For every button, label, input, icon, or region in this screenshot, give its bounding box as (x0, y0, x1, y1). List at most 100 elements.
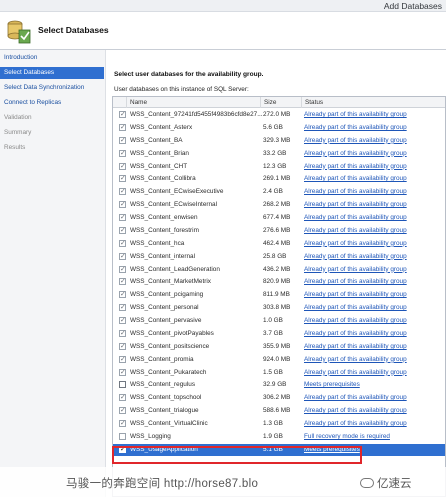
database-size: 462.4 MB (263, 239, 291, 247)
database-size: 588.6 MB (263, 407, 291, 415)
database-name: WSS_Content_Asterx (130, 123, 193, 131)
database-status-link[interactable]: Already part of this availability group (304, 315, 407, 327)
database-status-link[interactable]: Already part of this availability group (304, 135, 407, 147)
table-row[interactable]: WSS_Content_Asterx 5.6 GB Already part of … (113, 122, 445, 134)
database-name: WSS_Content_Brian (130, 149, 189, 157)
database-status-link[interactable]: Already part of this availability group (304, 186, 407, 198)
nav-item-results: Results (4, 144, 26, 151)
table-row[interactable]: WSS_Content_BA 329.3 MB Already part of th… (113, 135, 445, 147)
table-row[interactable]: WSS_Content_internal 25.8 GB Already part … (113, 251, 445, 263)
database-status-link[interactable]: Meets prerequisites (304, 444, 360, 456)
database-name: WSS_Content_promia (130, 355, 194, 363)
database-size: 32.9 GB (263, 381, 287, 389)
page-title: Select Databases (38, 25, 109, 35)
column-header-size[interactable]: Size (261, 97, 302, 108)
database-size: 924.0 MB (263, 355, 291, 363)
database-status-link[interactable]: Already part of this availability group (304, 354, 407, 366)
table-row[interactable]: WSS_Content_positscience 355.9 MB Already … (113, 341, 445, 353)
table-row[interactable]: WSS_Content_regulus 32.9 GB Meets prerequi… (113, 379, 445, 391)
table-row[interactable]: WSS_Content_enwisen 677.4 MB Already part … (113, 212, 445, 224)
database-size: 329.3 MB (263, 136, 291, 144)
database-size: 33.2 GB (263, 149, 287, 157)
nav-item-introduction[interactable]: Introduction (0, 52, 104, 64)
watermark-logo: 亿速云 (360, 475, 412, 491)
header-check-column (113, 97, 127, 108)
nav-item-connect-to-replicas[interactable]: Connect to Replicas (0, 97, 104, 109)
database-size: 1.0 GB (263, 317, 283, 325)
table-row[interactable]: WSS_Content_VirtualClinic 1.3 GB Already p… (113, 418, 445, 430)
database-name: WSS_Content_personal (130, 304, 199, 312)
cloud-icon (360, 478, 374, 488)
table-row[interactable]: WSS_Content_promia 924.0 MB Already part o… (113, 354, 445, 366)
database-status-link[interactable]: Already part of this availability group (304, 264, 407, 276)
database-status-link[interactable]: Already part of this availability group (304, 302, 407, 314)
table-row[interactable]: WSS_Content_LeadGeneration 436.2 MB Alread… (113, 264, 445, 276)
database-status-link[interactable]: Meets prerequisites (304, 379, 360, 391)
database-size: 677.4 MB (263, 214, 291, 222)
database-status-link[interactable]: Full recovery mode is required (304, 431, 390, 443)
database-name: WSS_Content_BA (130, 136, 183, 144)
database-name: WSS_Content_Pukaratech (130, 368, 207, 376)
database-size: 269.1 MB (263, 175, 291, 183)
database-checkbox (119, 328, 126, 340)
database-size: 1.9 GB (263, 433, 283, 440)
database-status-link[interactable]: Already part of this availability group (304, 148, 407, 160)
nav-item-select-databases[interactable]: Select Databases (0, 67, 104, 79)
table-row[interactable]: WSS_Content_forestrim 276.6 MB Already par… (113, 225, 445, 237)
database-checkbox[interactable] (119, 381, 126, 389)
database-size: 5.1 GB (263, 445, 283, 453)
database-size: 5.6 GB (263, 123, 283, 131)
table-row[interactable]: WSS_Content_ECwiseExecutive 2.4 GB Already… (113, 186, 445, 198)
table-row[interactable]: WSS_Content_pivotPayables 3.7 GB Already p… (113, 328, 445, 340)
databases-label: User databases on this instance of SQL S… (114, 86, 249, 93)
database-checkbox (119, 433, 126, 440)
database-status-link[interactable]: Already part of this availability group (304, 328, 407, 340)
table-row[interactable]: WSS_Content_Pukaratech 1.5 GB Already part… (113, 367, 445, 379)
database-size: 268.2 MB (263, 201, 291, 209)
database-name: WSS_UsageApplication (130, 445, 198, 453)
table-row[interactable]: WSS_Content_97241fd5455f4983b6cfd8e27...… (113, 109, 445, 121)
database-status-link[interactable]: Already part of this availability group (304, 109, 407, 121)
table-row[interactable]: WSS_UsageApplication 5.1 GB Meets prerequi… (113, 443, 445, 456)
table-row[interactable]: WSS_Content_CHT 12.3 GB Already part of th… (113, 161, 445, 173)
table-row[interactable]: WSS_Content_Collibra 269.1 MB Already part… (113, 173, 445, 185)
wizard-header: Select Databases (0, 12, 446, 50)
database-name: WSS_Content_regulus (130, 381, 196, 389)
database-status-link[interactable]: Already part of this availability group (304, 122, 407, 134)
table-row[interactable]: WSS_Content_personal 303.8 MB Already part… (113, 302, 445, 314)
database-size: 1.3 GB (263, 420, 283, 428)
column-header-name[interactable]: Name (127, 97, 261, 108)
database-checkbox[interactable] (119, 444, 126, 456)
window-titlebar: Add Databases (0, 0, 446, 12)
database-status-link[interactable]: Already part of this availability group (304, 173, 407, 185)
database-status-link[interactable]: Already part of this availability group (304, 161, 407, 173)
database-status-link[interactable]: Already part of this availability group (304, 238, 407, 250)
database-grid[interactable]: Name Size Status WSS_Content_97241fd5455… (112, 96, 446, 497)
database-status-link[interactable]: Already part of this availability group (304, 289, 407, 301)
database-status-link[interactable]: Already part of this availability group (304, 418, 407, 430)
table-row[interactable]: WSS_Content_Brian 33.2 GB Already part of … (113, 148, 445, 160)
table-row[interactable]: WSS_Content_hca 462.4 MB Already part of t… (113, 238, 445, 250)
database-checkbox (119, 199, 126, 211)
database-status-link[interactable]: Already part of this availability group (304, 405, 407, 417)
database-status-link[interactable]: Already part of this availability group (304, 199, 407, 211)
database-status-link[interactable]: Already part of this availability group (304, 341, 407, 353)
table-row[interactable]: WSS_Logging 1.9 GB Full recovery mode is r… (113, 431, 445, 443)
database-status-link[interactable]: Already part of this availability group (304, 276, 407, 288)
database-size: 272.0 MB (263, 111, 291, 118)
table-row[interactable]: WSS_Content_ECwiseInternal 268.2 MB Alread… (113, 199, 445, 211)
database-size: 820.9 MB (263, 278, 291, 286)
database-status-link[interactable]: Already part of this availability group (304, 367, 407, 379)
nav-item-select-data-synchronization[interactable]: Select Data Synchronization (0, 82, 104, 94)
table-row[interactable]: WSS_Content_trialogue 588.6 MB Already par… (113, 405, 445, 417)
nav-item-validation: Validation (4, 114, 32, 121)
table-row[interactable]: WSS_Content_MarketMetrix 820.9 MB Already … (113, 276, 445, 288)
table-row[interactable]: WSS_Content_topschool 306.2 MB Already par… (113, 392, 445, 404)
database-status-link[interactable]: Already part of this availability group (304, 392, 407, 404)
database-status-link[interactable]: Already part of this availability group (304, 212, 407, 224)
database-status-link[interactable]: Already part of this availability group (304, 251, 407, 263)
table-row[interactable]: WSS_Content_pervasive 1.0 GB Already part … (113, 315, 445, 327)
table-row[interactable]: WSS_Content_pcigaming 811.9 MB Already par… (113, 289, 445, 301)
database-status-link[interactable]: Already part of this availability group (304, 225, 407, 237)
column-header-status[interactable]: Status (302, 97, 445, 108)
